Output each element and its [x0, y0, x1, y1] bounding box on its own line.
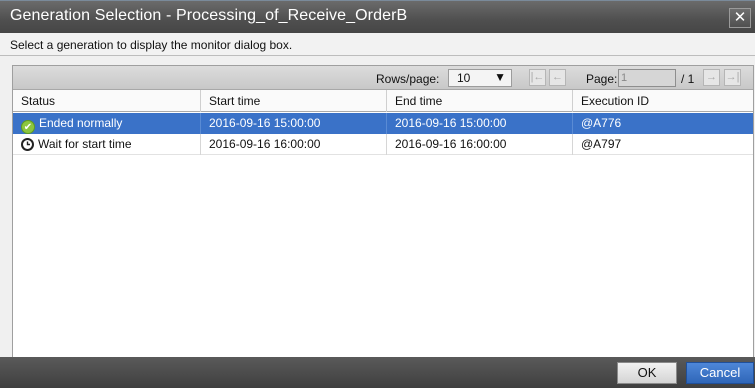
pager-bar: Rows/page: 10 ▼ |← ← Page: / 1 → →|: [13, 66, 753, 90]
page-number-input[interactable]: [618, 69, 676, 87]
status-text: Wait for start time: [38, 137, 132, 151]
page-label: Page:: [586, 72, 618, 86]
next-page-icon: →: [706, 71, 717, 83]
last-page-icon: →|: [725, 71, 740, 83]
status-text: Ended normally: [39, 116, 123, 130]
clock-icon: [21, 138, 34, 151]
generation-selection-dialog: Generation Selection - Processing_of_Rec…: [0, 0, 755, 388]
dialog-body: Select a generation to display the monit…: [0, 33, 755, 377]
rows-per-page-select[interactable]: 10 ▼: [448, 69, 512, 87]
first-page-button[interactable]: |←: [529, 69, 546, 86]
last-page-button[interactable]: →|: [724, 69, 741, 86]
status-cell: Wait for start time: [13, 134, 201, 155]
start-time-cell: 2016-09-16 15:00:00: [201, 113, 387, 134]
close-button[interactable]: ✕: [729, 8, 751, 28]
button-bar: OK Cancel: [0, 357, 755, 388]
column-header-execution-id[interactable]: Execution ID: [573, 90, 753, 112]
end-time-cell: 2016-09-16 15:00:00: [387, 113, 573, 134]
column-header-status[interactable]: Status: [13, 90, 201, 112]
check-circle-icon: ✔: [21, 120, 35, 134]
table-row[interactable]: ✔ Ended normally 2016-09-16 15:00:00 2016…: [13, 113, 753, 134]
column-header-end-time[interactable]: End time: [387, 90, 573, 112]
start-time-cell: 2016-09-16 16:00:00: [201, 134, 387, 155]
rows-per-page-value: 10: [457, 71, 471, 85]
end-time-cell: 2016-09-16 16:00:00: [387, 134, 573, 155]
next-page-button[interactable]: →: [703, 69, 720, 86]
generation-table: Rows/page: 10 ▼ |← ← Page: / 1 → →| Stat…: [12, 65, 754, 377]
window-title: Generation Selection - Processing_of_Rec…: [10, 7, 408, 24]
ok-button[interactable]: OK: [617, 362, 677, 384]
table-header: Status Start time End time Execution ID: [13, 90, 753, 112]
prev-page-icon: ←: [552, 71, 563, 83]
cancel-button[interactable]: Cancel: [686, 362, 754, 384]
title-bar[interactable]: Generation Selection - Processing_of_Rec…: [0, 0, 755, 33]
status-cell: ✔ Ended normally: [13, 113, 201, 134]
table-row[interactable]: Wait for start time 2016-09-16 16:00:00 …: [13, 134, 753, 155]
dropdown-arrow-icon: ▼: [494, 70, 506, 84]
close-icon: ✕: [733, 9, 747, 26]
execution-id-cell: @A797: [581, 137, 622, 151]
first-page-icon: |←: [530, 71, 545, 83]
column-header-start-time[interactable]: Start time: [201, 90, 387, 112]
page-total: / 1: [681, 72, 695, 86]
execution-id-cell: @A776: [581, 116, 622, 130]
rows-per-page-label: Rows/page:: [376, 72, 440, 86]
instruction-text: Select a generation to display the monit…: [0, 33, 755, 56]
prev-page-button[interactable]: ←: [549, 69, 566, 86]
